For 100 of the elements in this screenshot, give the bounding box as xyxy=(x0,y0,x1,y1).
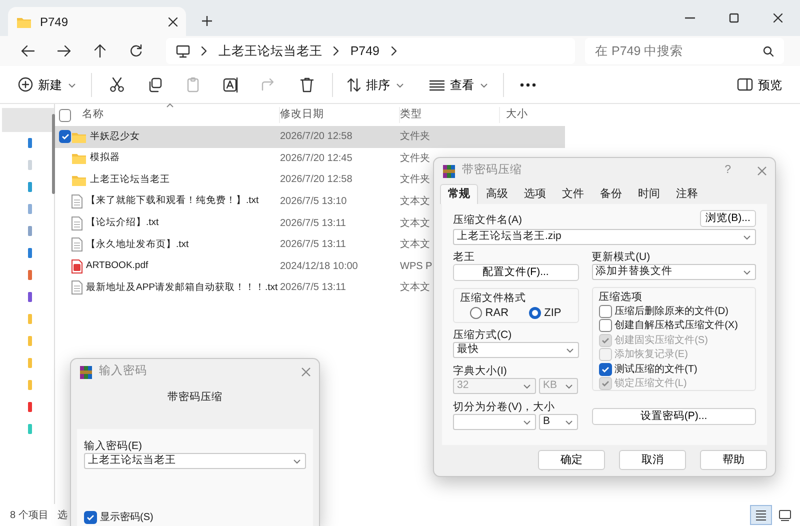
volume-unit-field[interactable]: B xyxy=(539,414,578,430)
field-label: 压缩文件名(A) xyxy=(453,213,522,227)
dialog-button[interactable]: 取消 xyxy=(619,450,686,470)
preview-pane-icon xyxy=(737,78,753,91)
nav-icon[interactable] xyxy=(28,292,32,302)
chevron-icon[interactable] xyxy=(332,46,340,56)
view-button[interactable]: 查看 xyxy=(421,70,497,98)
file-type: 文本文 xyxy=(400,280,431,296)
field-label: 老王 xyxy=(453,250,476,264)
file-row[interactable]: ARTBOOK.pdf 2024/12/18 10:00 WPS P xyxy=(55,256,431,278)
sort-caret-icon xyxy=(166,103,174,108)
more-icon[interactable] xyxy=(520,82,536,86)
refresh-icon[interactable] xyxy=(129,44,144,58)
row-checkbox[interactable] xyxy=(59,130,71,144)
profile-button[interactable]: 配置文件(F)... xyxy=(453,264,579,281)
tab[interactable]: 时间 xyxy=(630,184,668,204)
column-header[interactable]: 类型 xyxy=(400,107,500,123)
file-row[interactable]: 半妖忍少女 2026/7/20 12:58 文件夹 xyxy=(55,126,565,148)
column-header[interactable]: 大小 xyxy=(500,107,560,123)
chevron-icon[interactable] xyxy=(200,46,208,56)
file-date: 2026/7/5 13:11 xyxy=(280,238,347,252)
radio-label[interactable]: RAR xyxy=(485,305,509,322)
checkbox-label[interactable]: 测试压缩的文件(T) xyxy=(614,362,698,377)
nav-icon[interactable] xyxy=(28,402,32,412)
nav-icon[interactable] xyxy=(28,138,32,148)
file-name[interactable]: 最新地址及APP请发邮箱自动获取！！！.txt xyxy=(86,280,278,296)
file-name[interactable]: ARTBOOK.pdf xyxy=(86,259,148,274)
file-name[interactable]: 【论坛介绍】.txt xyxy=(86,216,159,230)
sort-button[interactable]: 排序 xyxy=(339,70,413,98)
column-header[interactable]: 修改日期 xyxy=(280,107,400,123)
file-date: 2026/7/5 13:11 xyxy=(280,281,347,296)
archive-name-field[interactable]: 上老王论坛当老王.zip xyxy=(453,229,756,245)
computer-icon[interactable] xyxy=(176,44,190,58)
checkbox[interactable] xyxy=(598,304,612,318)
checkbox[interactable] xyxy=(598,319,612,332)
close-icon[interactable] xyxy=(773,13,783,23)
file-date: 2024/12/18 10:00 xyxy=(280,260,359,274)
view-toggle-button[interactable] xyxy=(750,505,772,525)
forward-icon[interactable] xyxy=(57,44,72,58)
tab[interactable]: 文件 xyxy=(554,184,592,204)
checkbox-label[interactable]: 创建自解压格式压缩文件(X) xyxy=(614,318,738,334)
rename-icon[interactable] xyxy=(223,76,239,92)
new-tab-icon[interactable] xyxy=(202,16,212,26)
browse-button[interactable]: 浏览(B)... xyxy=(700,210,756,227)
chevron-icon[interactable] xyxy=(390,46,398,56)
checkbox-label[interactable]: 压缩后删除原来的文件(D) xyxy=(614,304,728,319)
dialog-button[interactable]: 帮助 xyxy=(700,450,767,470)
compression-method-field[interactable]: 最快 xyxy=(453,342,579,358)
tab[interactable]: 备份 xyxy=(592,184,630,204)
checkbox-label[interactable]: 显示密码(S) xyxy=(100,510,154,526)
search-field[interactable]: 在 P749 中搜索 xyxy=(585,38,784,64)
plus-icon xyxy=(18,77,33,92)
up-icon[interactable] xyxy=(93,44,108,58)
preview-button[interactable]: 预览 xyxy=(729,70,790,98)
search-icon[interactable] xyxy=(763,46,774,57)
close-icon[interactable] xyxy=(168,16,178,26)
update-mode-field[interactable]: 添加并替换文件 xyxy=(592,264,756,280)
breadcrumb-item[interactable]: P749 xyxy=(350,42,380,60)
file-name[interactable]: 半妖忍少女 xyxy=(90,130,140,144)
set-password-button[interactable]: 设置密码(P)... xyxy=(592,408,756,425)
maximize-icon[interactable] xyxy=(729,13,739,23)
select-all-checkbox[interactable] xyxy=(59,108,71,122)
tab[interactable]: 选项 xyxy=(516,184,554,204)
file-date: 2026/7/20 12:45 xyxy=(280,152,354,166)
file-row[interactable]: 上老王论坛当老王 2026/7/20 12:58 文件夹 xyxy=(55,169,431,191)
file-name[interactable]: 【来了就能下载和观看！纯免费！】.txt xyxy=(86,194,259,209)
copy-icon[interactable] xyxy=(147,76,163,92)
file-type: 文本文 xyxy=(400,216,431,231)
file-name[interactable]: 上老王论坛当老王 xyxy=(90,172,170,188)
cut-icon[interactable] xyxy=(109,76,125,92)
file-row[interactable]: 【来了就能下载和观看！纯免费！】.txt 2026/7/5 13:10 文本文 xyxy=(55,190,431,212)
file-row[interactable]: 模拟器 2026/7/20 12:45 文件夹 xyxy=(55,148,431,170)
radio-button[interactable] xyxy=(529,307,542,320)
file-row[interactable]: 最新地址及APP请发邮箱自动获取！！！.txt 2026/7/5 13:11 文本文 xyxy=(55,277,431,299)
file-name[interactable]: 【永久地址发布页】.txt xyxy=(86,238,189,252)
new-button[interactable]: 新建 xyxy=(10,70,85,98)
text-file-icon xyxy=(71,194,83,210)
volume-size-field[interactable] xyxy=(453,414,536,430)
dialog-button[interactable]: 确定 xyxy=(538,450,605,470)
nav-icon[interactable] xyxy=(28,248,32,258)
nav-item-highlight[interactable] xyxy=(2,108,54,132)
password-field[interactable]: 上老王论坛当老王 xyxy=(84,453,306,469)
file-date: 2026/7/20 12:58 xyxy=(280,173,354,188)
back-icon[interactable] xyxy=(21,44,36,58)
column-header[interactable]: 名称 xyxy=(71,107,280,123)
file-name[interactable]: 模拟器 xyxy=(90,151,120,166)
checkbox[interactable] xyxy=(598,362,612,376)
selection-count: 选 xyxy=(57,508,68,522)
radio-button[interactable] xyxy=(470,307,482,320)
tab-title[interactable]: P749 xyxy=(40,12,68,30)
file-row[interactable]: 【永久地址发布页】.txt 2026/7/5 13:11 文本文 xyxy=(55,234,431,256)
radio-label[interactable]: ZIP xyxy=(544,305,562,322)
file-row[interactable]: 【论坛介绍】.txt 2026/7/5 13:11 文本文 xyxy=(55,212,431,234)
checkbox[interactable] xyxy=(84,511,97,524)
tab[interactable]: 高级 xyxy=(478,184,516,204)
breadcrumb-item[interactable]: 上老王论坛当老王 xyxy=(218,42,322,60)
tab[interactable]: 注释 xyxy=(668,184,706,204)
trash-icon[interactable] xyxy=(299,76,315,92)
check-icon xyxy=(600,336,610,345)
tab[interactable]: 常规 xyxy=(440,184,478,204)
